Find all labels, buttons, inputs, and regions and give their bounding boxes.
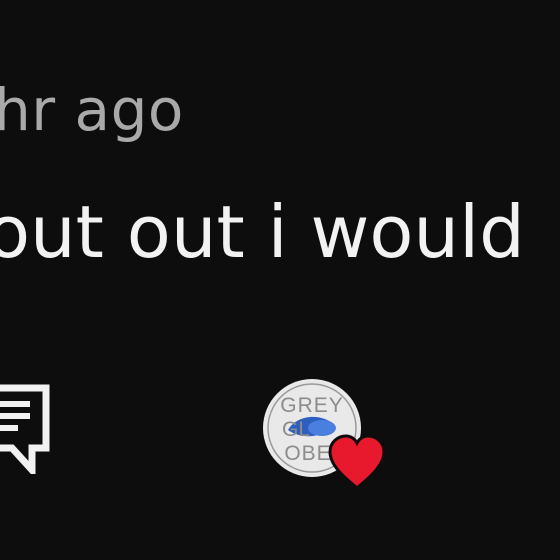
avatar-logo-line-2: GL xyxy=(282,418,310,441)
comment-text: out out i would xyxy=(0,190,525,274)
avatar-logo-line-1: GREY xyxy=(280,394,344,417)
comment-item: hr ago out out i would GREY GL OBE xyxy=(0,0,560,560)
creator-heart-badge[interactable]: GREY GL OBE xyxy=(262,378,392,496)
avatar-logo-line-3: OBE xyxy=(284,442,331,465)
reply-button[interactable] xyxy=(0,382,54,474)
comment-timestamp: hr ago xyxy=(0,76,184,144)
heart-icon xyxy=(328,434,386,491)
comment-reply-icon xyxy=(0,384,50,474)
